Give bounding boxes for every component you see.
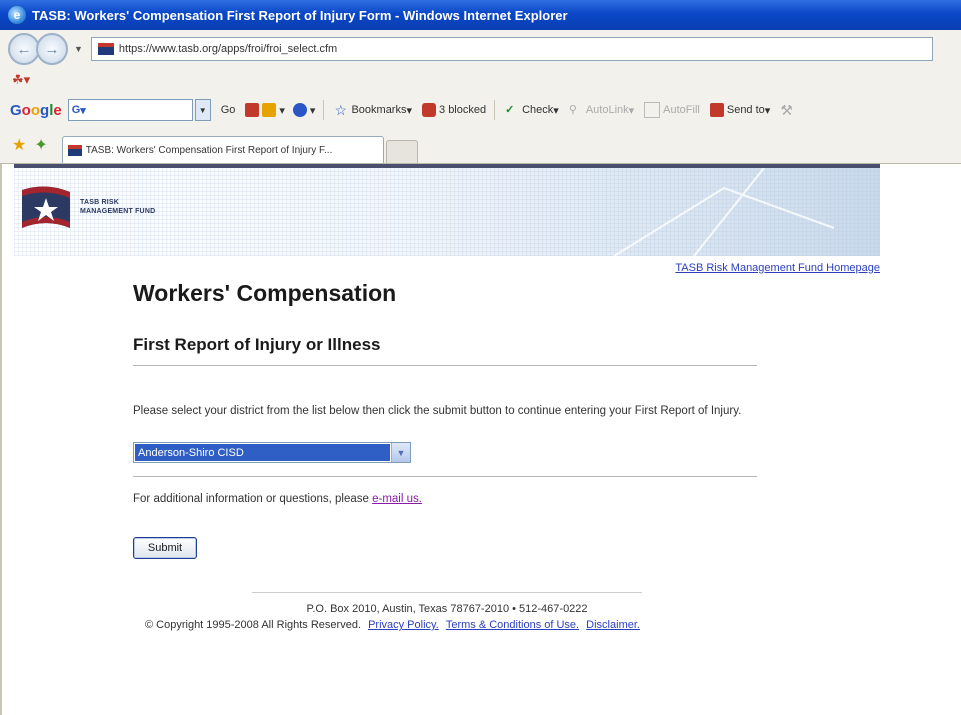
- check-label: Check: [522, 104, 554, 116]
- autofill-icon: [644, 102, 661, 118]
- google-search-input[interactable]: G ▾: [67, 99, 193, 121]
- chevron-down-icon[interactable]: ▼: [391, 443, 410, 462]
- pagerank-icon[interactable]: [245, 103, 260, 117]
- footer-address: P.O. Box 2010, Austin, Texas 78767-2010 …: [306, 603, 588, 615]
- internet-explorer-icon: e: [8, 6, 26, 24]
- history-dropdown-icon[interactable]: ▼: [74, 44, 83, 54]
- send-icon: [709, 103, 724, 117]
- popup-blocker-button[interactable]: 3 blocked: [422, 103, 486, 117]
- google-search-prefix: G: [71, 104, 81, 116]
- tab-row: ★ ✦ TASB: Workers' Compensation First Re…: [0, 128, 961, 164]
- email-link[interactable]: e-mail us.: [372, 493, 422, 505]
- address-bar: ← → ▼ https://www.tasb.org/apps/froi/fro…: [0, 30, 961, 69]
- banner-decoration: [613, 168, 835, 256]
- page-title: Workers' Compensation: [133, 280, 397, 306]
- tasb-flag-logo-icon: [22, 186, 70, 228]
- favorites-star-icon[interactable]: ★: [12, 135, 26, 155]
- sendto-label: Send to: [726, 104, 765, 116]
- additional-info-text: For additional information or questions,…: [133, 493, 369, 505]
- footer-divider: [252, 592, 642, 593]
- toolbar-divider: [494, 100, 496, 120]
- globe-icon[interactable]: [292, 103, 307, 117]
- window-title: TASB: Workers' Compensation First Report…: [32, 7, 568, 23]
- window-titlebar: e TASB: Workers' Compensation First Repo…: [0, 0, 961, 30]
- blocked-icon: [422, 103, 437, 117]
- settings-button[interactable]: ⚒: [780, 102, 793, 119]
- footer-copyright-row: © Copyright 1995-2008 All Rights Reserve…: [145, 619, 640, 631]
- go-label: Go: [220, 104, 236, 116]
- divider: [133, 365, 757, 366]
- privacy-policy-link[interactable]: Privacy Policy.: [368, 619, 439, 631]
- tab-favicon-icon: [67, 144, 82, 156]
- page-viewport: TASB RISK MANAGEMENT FUND TASB Risk Mana…: [0, 164, 961, 715]
- additional-info: For additional information or questions,…: [133, 493, 422, 505]
- translate-icon[interactable]: ☘▾: [12, 72, 30, 88]
- divider: [133, 476, 757, 477]
- new-tab-button[interactable]: [385, 140, 418, 163]
- tab-label: TASB: Workers' Compensation First Report…: [85, 144, 333, 156]
- url-field[interactable]: https://www.tasb.org/apps/froi/froi_sele…: [90, 37, 933, 61]
- check-icon: ✓: [505, 104, 515, 116]
- sendto-button[interactable]: Send to ▾: [709, 103, 770, 117]
- autolink-label: AutoLink: [585, 104, 629, 116]
- logo-line2: MANAGEMENT FUND: [80, 208, 156, 215]
- autolink-button[interactable]: ⚲ AutoLink ▾: [569, 103, 634, 117]
- news-icon[interactable]: [262, 103, 277, 117]
- instructions-text: Please select your district from the lis…: [133, 405, 742, 417]
- forward-button[interactable]: →: [36, 33, 68, 65]
- terms-link[interactable]: Terms & Conditions of Use.: [446, 619, 579, 631]
- add-favorites-icon[interactable]: ✦: [34, 135, 47, 155]
- toolbar-divider: [323, 100, 325, 120]
- disclaimer-link[interactable]: Disclaimer.: [586, 619, 640, 631]
- logo-text: TASB RISK MANAGEMENT FUND: [80, 198, 155, 216]
- bookmarks-button[interactable]: ☆ Bookmarks ▾: [334, 103, 412, 117]
- tab-tasb-froi[interactable]: TASB: Workers' Compensation First Report…: [61, 136, 384, 163]
- site-banner: TASB RISK MANAGEMENT FUND: [14, 168, 880, 256]
- spellcheck-button[interactable]: ✓ Check ▾: [505, 103, 559, 117]
- search-dropdown-icon[interactable]: ▼: [194, 99, 211, 121]
- toolbar-icons[interactable]: ▾ ▾: [245, 103, 315, 117]
- autolink-icon: ⚲: [568, 104, 577, 116]
- district-selected-value: Anderson-Shiro CISD: [135, 444, 390, 461]
- star-icon: ☆: [334, 102, 348, 118]
- go-button[interactable]: Go: [221, 104, 236, 116]
- logo-line1: TASB RISK: [80, 199, 120, 206]
- autofill-label: AutoFill: [663, 104, 700, 116]
- google-logo: Google: [10, 101, 62, 119]
- google-toolbar: Google G ▾ ▼ Go ▾ ▾ ☆ Bookmarks ▾ 3 blocke…: [0, 92, 961, 129]
- bookmarks-label: Bookmarks: [351, 104, 407, 116]
- site-favicon-icon: [97, 43, 114, 55]
- blocked-label: 3 blocked: [439, 104, 487, 116]
- page-subtitle: First Report of Injury or Illness: [133, 335, 381, 354]
- copyright-text: © Copyright 1995-2008 All Rights Reserve…: [145, 619, 361, 631]
- wrench-icon: ⚒: [780, 101, 793, 118]
- district-select[interactable]: Anderson-Shiro CISD ▼: [133, 442, 411, 463]
- submit-button[interactable]: Submit: [133, 537, 197, 559]
- url-text: https://www.tasb.org/apps/froi/froi_sele…: [118, 43, 338, 55]
- autofill-button[interactable]: AutoFill: [644, 102, 700, 118]
- menu-row: ☘▾: [0, 68, 961, 92]
- homepage-link[interactable]: TASB Risk Management Fund Homepage: [675, 262, 880, 274]
